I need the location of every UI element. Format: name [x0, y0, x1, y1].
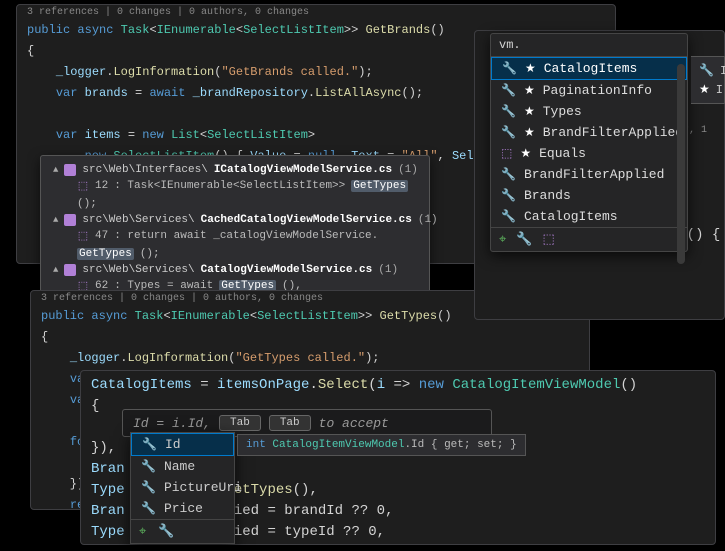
reference-file[interactable]: ▲src\Web\Services\CachedCatalogViewModel…	[41, 212, 429, 228]
property-filter-icon[interactable]: 🔧	[158, 524, 174, 539]
quickinfo-popup: 🔧IEnu ★I	[691, 56, 725, 104]
reference-line[interactable]: ⬚12: Task<IEnumerable<SelectListItem>> G…	[41, 178, 429, 212]
property-icon: 🔧	[141, 480, 156, 495]
member-tooltip: int CatalogItemViewModel.Id { get; set; …	[237, 434, 526, 456]
expand-icon[interactable]: ▲	[53, 165, 58, 175]
code-line[interactable]: CatalogItems = itemsOnPage.Select(i => n…	[81, 371, 715, 396]
scrollbar[interactable]	[677, 64, 685, 264]
intellisense-item[interactable]: 🔧★PaginationInfo	[491, 80, 687, 101]
star-icon: ★	[520, 146, 531, 161]
property-icon: 🔧	[501, 104, 516, 119]
file-icon	[64, 164, 76, 176]
method-filter-icon[interactable]: ⬚	[543, 232, 555, 247]
target-filter-icon[interactable]: ⌖	[499, 232, 506, 247]
star-icon: ★	[524, 104, 535, 119]
quickinfo-item[interactable]: 🔧IEnu	[699, 61, 716, 80]
file-icon	[64, 214, 76, 226]
intellisense-item[interactable]: 🔧Name	[131, 456, 234, 477]
quickinfo-item[interactable]: ★I	[699, 80, 716, 99]
property-icon: 🔧	[142, 437, 157, 452]
tab-key-icon: Tab	[269, 415, 311, 431]
method-icon: ⬚	[501, 146, 512, 161]
expand-icon[interactable]: ▲	[53, 265, 58, 275]
property-icon: 🔧	[699, 63, 714, 78]
property-icon: 🔧	[502, 61, 517, 76]
intellisense-item[interactable]: 🔧★CatalogItems	[491, 57, 687, 80]
target-filter-icon[interactable]: ⌖	[139, 524, 146, 539]
intellisense-filter-bar: ⌖ 🔧 ⬚	[491, 227, 687, 251]
property-icon: 🔧	[141, 459, 156, 474]
tab-key-icon: Tab	[219, 415, 261, 431]
star-icon: ★	[699, 82, 710, 97]
intellisense-popup: vm. 🔧★CatalogItems 🔧★PaginationInfo 🔧★Ty…	[490, 33, 688, 252]
hint-text: to accept	[319, 416, 389, 431]
property-filter-icon[interactable]: 🔧	[516, 232, 532, 247]
reference-line[interactable]: ⬚47: return await _catalogViewModelServi…	[41, 228, 429, 262]
code-line[interactable]: {	[31, 327, 589, 348]
property-icon: 🔧	[501, 167, 516, 182]
codelens[interactable]: 3 references | 0 changes | 0 authors, 0 …	[17, 5, 615, 20]
star-icon: ★	[525, 61, 536, 76]
intellisense-popup-2: 🔧Id 🔧Name 🔧PictureUri 🔧Price ⌖ 🔧	[130, 432, 235, 544]
intellisense-filter[interactable]: vm.	[491, 34, 687, 57]
property-icon: 🔧	[501, 188, 516, 203]
intellisense-item[interactable]: 🔧Price	[131, 498, 234, 519]
property-icon: 🔧	[501, 83, 516, 98]
reference-file[interactable]: ▲src\Web\Services\CatalogViewModelServic…	[41, 262, 429, 278]
intellisense-item[interactable]: 🔧Id	[131, 433, 234, 456]
intellisense-item[interactable]: 🔧★BrandFilterApplied	[491, 122, 687, 143]
reference-file[interactable]: ▲src\Web\Interfaces\ICatalogViewModelSer…	[41, 162, 429, 178]
property-icon: 🔧	[501, 125, 516, 140]
intellisense-item[interactable]: 🔧PictureUri	[131, 477, 234, 498]
intellisense-filter-bar: ⌖ 🔧	[131, 519, 234, 543]
intellisense-item[interactable]: 🔧BrandFilterApplied	[491, 164, 687, 185]
method-icon: ⬚	[77, 230, 89, 242]
method-icon: ⬚	[77, 180, 89, 192]
intellisense-item[interactable]: 🔧★Types	[491, 101, 687, 122]
expand-icon[interactable]: ▲	[53, 215, 58, 225]
star-icon: ★	[524, 83, 535, 98]
file-icon	[64, 264, 76, 276]
property-icon: 🔧	[141, 501, 156, 516]
star-icon: ★	[524, 125, 535, 140]
property-icon: 🔧	[501, 209, 516, 224]
intellisense-item[interactable]: 🔧CatalogItems	[491, 206, 687, 227]
intellisense-item[interactable]: 🔧Brands	[491, 185, 687, 206]
intellisense-item[interactable]: ⬚★Equals	[491, 143, 687, 164]
hint-text: Id = i.Id,	[133, 416, 211, 431]
code-line[interactable]: _logger.LogInformation("GetTypes called.…	[31, 348, 589, 369]
